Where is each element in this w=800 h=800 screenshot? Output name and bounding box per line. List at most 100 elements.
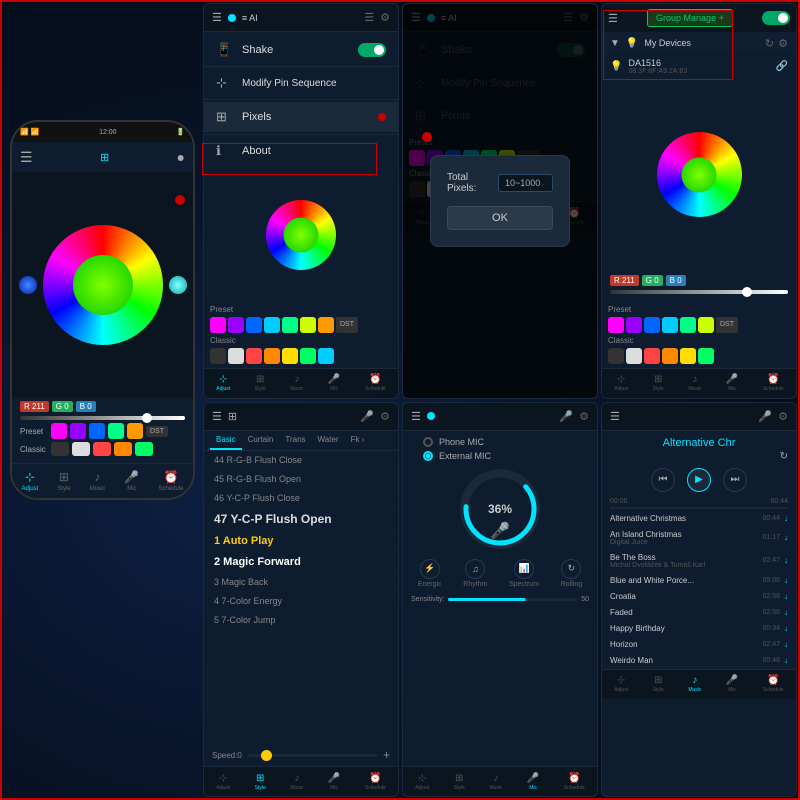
rhythm-icon[interactable]: ♫ bbox=[465, 559, 485, 579]
shake-item[interactable]: 📱 Shake bbox=[204, 36, 398, 64]
panel4-nav-schedule[interactable]: ⏰ Schedule bbox=[365, 773, 386, 791]
panel4-nav-style[interactable]: ⊞ Style bbox=[255, 773, 266, 791]
group-manage-btn[interactable]: Group Manage + bbox=[647, 9, 733, 27]
next-btn[interactable]: ⏭ bbox=[723, 468, 747, 492]
panel4-nav-mic[interactable]: 🎤 Mic bbox=[328, 773, 340, 791]
color-preview-cyan[interactable] bbox=[169, 276, 187, 294]
tab-basic[interactable]: Basic bbox=[210, 431, 242, 450]
classic-color-4[interactable] bbox=[114, 442, 132, 456]
panel6-gear-icon[interactable]: ⚙ bbox=[778, 410, 788, 423]
prev-btn[interactable]: ⏮ bbox=[651, 468, 675, 492]
tab-water[interactable]: Water bbox=[312, 431, 345, 450]
brightness-slider[interactable] bbox=[20, 416, 185, 420]
panel5-mic-icon[interactable]: 🎤 bbox=[559, 410, 573, 423]
color-preview-blue[interactable] bbox=[19, 276, 37, 294]
panel4-grid-icon[interactable]: ⊞ bbox=[228, 410, 237, 423]
effect-46[interactable]: 46 Y-C-P Flush Close bbox=[204, 489, 398, 508]
classic-sw7[interactable] bbox=[318, 348, 334, 364]
track-alt-christmas[interactable]: Alternative Christmas 00:44 ↓ bbox=[602, 511, 796, 527]
p3-c3[interactable] bbox=[644, 348, 660, 364]
preset-more-btn[interactable]: DST bbox=[146, 426, 168, 437]
panel4-mic-icon[interactable]: 🎤 bbox=[360, 410, 374, 423]
energic-icon[interactable]: ⚡ bbox=[420, 559, 440, 579]
panel5-nav-adjust[interactable]: ⊹ Adjust bbox=[415, 773, 429, 791]
panel4-gear-icon[interactable]: ⚙ bbox=[380, 410, 390, 423]
track-weirdo[interactable]: Weirdo Man 00:48 ↓ bbox=[602, 653, 796, 669]
device-refresh-icon[interactable]: ↻ bbox=[765, 37, 774, 50]
classic-sw4[interactable] bbox=[264, 348, 280, 364]
nav-mic[interactable]: 🎤 Mic bbox=[124, 470, 139, 492]
p3-c6[interactable] bbox=[698, 348, 714, 364]
tab-trans[interactable]: Trans bbox=[279, 431, 311, 450]
classic-sw5[interactable] bbox=[282, 348, 298, 364]
external-mic-option[interactable]: External MIC bbox=[423, 451, 597, 461]
play-btn[interactable]: ▶ bbox=[687, 468, 711, 492]
classic-color-5[interactable] bbox=[135, 442, 153, 456]
panel3-nav-adjust[interactable]: ⊹ Adjust bbox=[614, 374, 628, 392]
p3-sw6[interactable] bbox=[698, 317, 714, 333]
panel1-nav-style[interactable]: ⊞ Style bbox=[255, 374, 266, 392]
effect-45[interactable]: 45 R-G-B Flush Open bbox=[204, 470, 398, 489]
nav-schedule[interactable]: ⏰ Schedule bbox=[158, 470, 183, 492]
panel1-nav-schedule[interactable]: ⏰ Schedule bbox=[365, 374, 386, 392]
classic-color-3[interactable] bbox=[93, 442, 111, 456]
panel1-list-icon[interactable]: ☰ bbox=[364, 11, 374, 24]
sensitivity-slider[interactable] bbox=[448, 598, 577, 601]
rolling-icon[interactable]: ↻ bbox=[561, 559, 581, 579]
classic-sw1[interactable] bbox=[210, 348, 226, 364]
p3-dst-btn[interactable]: DST bbox=[716, 317, 738, 333]
preset-dst-btn[interactable]: DST bbox=[336, 317, 358, 333]
panel5-nav-mic[interactable]: 🎤 Mic bbox=[527, 773, 539, 791]
nav-adjust[interactable]: ⊹ Adjust bbox=[22, 470, 39, 492]
panel1-gear-icon[interactable]: ⚙ bbox=[380, 11, 390, 24]
shake-toggle[interactable] bbox=[358, 43, 386, 57]
preset-swatch-1[interactable] bbox=[51, 423, 67, 439]
effect-5[interactable]: 5 7-Color Jump bbox=[204, 611, 398, 630]
track-dl-7[interactable]: ↓ bbox=[784, 624, 788, 633]
track-dl-2[interactable]: ↓ bbox=[784, 533, 788, 542]
effect-1[interactable]: 1 Auto Play bbox=[204, 531, 398, 552]
panel3-nav-mic[interactable]: 🎤 Mic bbox=[726, 374, 738, 392]
speed-slider[interactable] bbox=[248, 754, 377, 757]
swatch-magenta[interactable] bbox=[210, 317, 226, 333]
group-toggle[interactable] bbox=[762, 11, 790, 25]
track-dl-4[interactable]: ↓ bbox=[784, 576, 788, 585]
panel3-brightness[interactable] bbox=[610, 290, 788, 294]
panel6-nav-music[interactable]: ♪ Music bbox=[688, 675, 701, 693]
panel1-nav-adjust[interactable]: ⊹ Adjust bbox=[216, 374, 230, 392]
preset-swatch-4[interactable] bbox=[108, 423, 124, 439]
panel6-nav-schedule[interactable]: ⏰ Schedule bbox=[763, 675, 784, 693]
preset-swatch-3[interactable] bbox=[89, 423, 105, 439]
tab-curtain[interactable]: Curtain bbox=[242, 431, 280, 450]
panel4-nav-adjust[interactable]: ⊹ Adjust bbox=[216, 773, 230, 791]
device-link-icon[interactable]: 🔗 bbox=[776, 61, 788, 72]
classic-sw3[interactable] bbox=[246, 348, 262, 364]
track-island[interactable]: An Island Christmas Digital Juice 01:17 … bbox=[602, 527, 796, 550]
panel1-nav-mic[interactable]: 🎤 Mic bbox=[328, 374, 340, 392]
phone-mic-radio[interactable] bbox=[423, 437, 433, 447]
p3-sw1[interactable] bbox=[608, 317, 624, 333]
panel6-mic-icon[interactable]: 🎤 bbox=[758, 410, 772, 423]
spectrum-icon[interactable]: 📊 bbox=[514, 559, 534, 579]
swatch-purple[interactable] bbox=[228, 317, 244, 333]
track-dl-8[interactable]: ↓ bbox=[784, 640, 788, 649]
p3-c2[interactable] bbox=[626, 348, 642, 364]
p3-c4[interactable] bbox=[662, 348, 678, 364]
panel5-nav-schedule[interactable]: ⏰ Schedule bbox=[564, 773, 585, 791]
panel3-nav-style[interactable]: ⊞ Style bbox=[653, 374, 664, 392]
music-progress[interactable] bbox=[610, 507, 788, 509]
p3-sw3[interactable] bbox=[644, 317, 660, 333]
effect-47[interactable]: 47 Y-C-P Flush Open bbox=[204, 508, 398, 531]
swatch-green[interactable] bbox=[282, 317, 298, 333]
nav-style[interactable]: ⊞ Style bbox=[57, 470, 70, 492]
swatch-cyan[interactable] bbox=[264, 317, 280, 333]
p3-sw5[interactable] bbox=[680, 317, 696, 333]
panel5-nav-music[interactable]: ♪ Music bbox=[489, 773, 502, 791]
track-dl-9[interactable]: ↓ bbox=[784, 656, 788, 665]
p3-c5[interactable] bbox=[680, 348, 696, 364]
track-happy[interactable]: Happy Birthday 00:34 ↓ bbox=[602, 621, 796, 637]
effect-2[interactable]: 2 Magic Forward bbox=[204, 552, 398, 573]
panel1-color-wheel[interactable] bbox=[266, 200, 336, 270]
track-boss[interactable]: Be The Boss Michal Dvořáček & Tomáš Karl… bbox=[602, 550, 796, 573]
repeat-icon[interactable]: ↻ bbox=[780, 451, 788, 462]
